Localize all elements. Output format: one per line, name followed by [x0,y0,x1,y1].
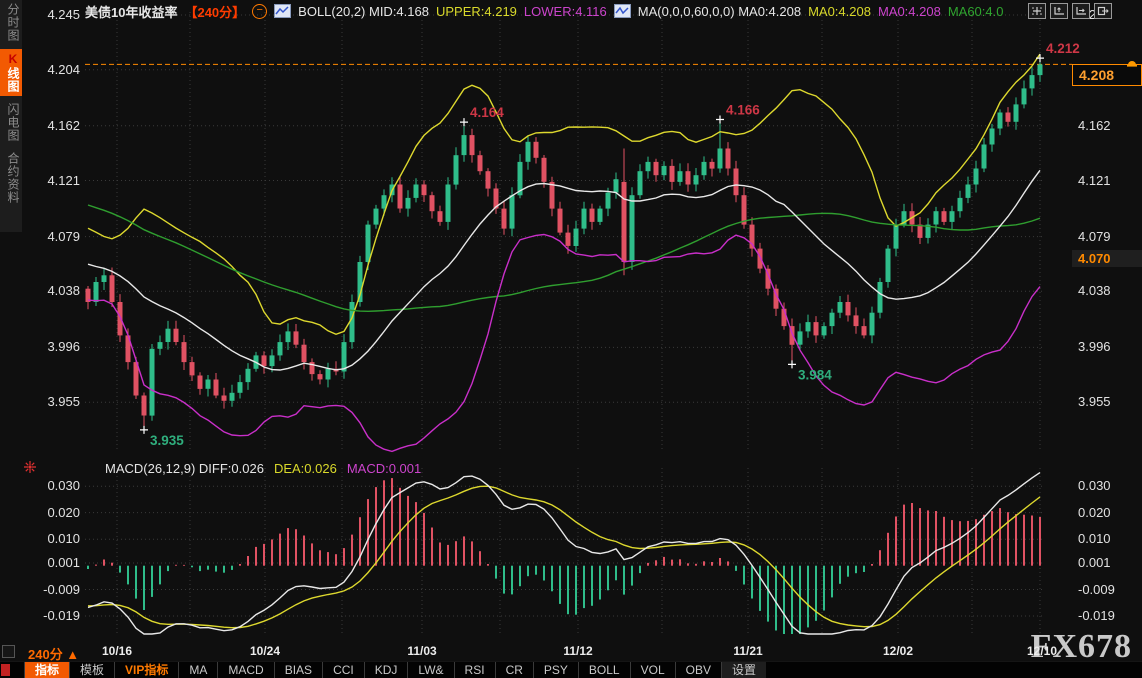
macd-axis-label-left: 0.030 [28,478,80,493]
macd-value: MACD:0.001 [347,461,421,476]
price-axis-label-left: 4.079 [28,229,80,244]
toolbar-lead-icon[interactable] [1,664,10,676]
macd-axis-label-right: -0.009 [1078,582,1138,597]
indicator-toolbar: 指标模板VIP指标MAMACDBIASCCIKDJLW&RSICRPSYBOLL… [0,661,1142,678]
interval-label[interactable]: 【240分】 [184,2,245,21]
toolbar-button-BOLL[interactable]: BOLL [578,662,630,678]
timeline-corner-icon[interactable] [2,645,15,658]
toolbar-button-设置[interactable]: 设置 [721,662,766,678]
mini-chart-icon [615,5,630,17]
toolbar-button-BIAS[interactable]: BIAS [274,662,322,678]
sidebar-item-1[interactable]: K线图 [0,49,22,96]
boll-indicator-chip-icon[interactable] [274,4,291,18]
price-axis-label-right: 4.121 [1078,173,1138,188]
ma-values: MA(0,0,0,60,0,0) MA0:4.208 [638,4,801,19]
sidebar-item-3[interactable]: 合约资料 [0,149,22,207]
toolbar-button-RSI[interactable]: RSI [454,662,495,678]
date-tick-label: 11/03 [398,644,446,658]
toolbar-button-KDJ[interactable]: KDJ [364,662,408,678]
sidebar-item-0[interactable]: 分时图 [0,0,22,45]
svg-text:4.212: 4.212 [1046,41,1080,56]
crosshair-icon[interactable] [1028,3,1046,19]
toolbar-button-MA[interactable]: MA [178,662,217,678]
indicator-header: 美债10年收益率 【240分】 − BOLL(20,2) MID:4.168 U… [85,2,1003,20]
date-tick-label: 10/24 [241,644,289,658]
boll-upper-value: UPPER:4.219 [436,4,517,19]
price-axis-label-left: 4.121 [28,173,80,188]
macd-axis-label-left: 0.001 [28,555,80,570]
ma-indicator-chip-icon[interactable] [614,4,631,18]
toolbar-button-CR[interactable]: CR [495,662,533,678]
date-tick-label: 11/12 [554,644,602,658]
price-axis-label-left: 3.955 [28,394,80,409]
date-tick-label: 11/21 [724,644,772,658]
toolbar-button-OBV[interactable]: OBV [675,662,721,678]
time-axis: 240分 ▲ 10/1610/2411/0311/1211/2112/0212/… [0,643,1142,660]
macd-panel[interactable] [85,460,1142,640]
price-alert-icon[interactable] [1126,54,1138,72]
macd-axis-label-right: 0.001 [1078,555,1138,570]
main-price-chart[interactable]: 3.935 4.164 4.166 3.984 4.212 [85,0,1142,455]
macd-axis-label-right: 0.020 [1078,505,1138,520]
export-icon[interactable] [1094,3,1112,19]
reference-price-label: 4.070 [1072,250,1142,267]
date-tick-label: 12/02 [874,644,922,658]
price-axis-label-right: 4.079 [1078,229,1138,244]
sidebar-item-2[interactable]: 闪电图 [0,100,22,145]
toolbar-button-模板[interactable]: 模板 [69,662,114,678]
toolbar-button-VIP指标[interactable]: VIP指标 [114,662,178,678]
macd-axis-label-left: -0.009 [28,582,80,597]
macd-alert-icon[interactable] [23,460,37,479]
mini-chart-icon [275,5,290,17]
date-tick-label: 12/10 [1018,644,1066,658]
boll-lower-value: LOWER:4.116 [524,4,607,19]
price-axis-label-left: 4.162 [28,118,80,133]
date-tick-label: 10/16 [93,644,141,658]
price-axis-label-left: 4.204 [28,62,80,77]
svg-text:4.166: 4.166 [726,103,760,118]
trading-app-window: 分时图 K线图闪电图合约资料 美债10年收益率 【240分】 − BOLL(20,… [0,0,1142,678]
scale-right-icon[interactable] [1072,3,1090,19]
price-axis-label-left: 4.245 [28,7,80,22]
price-axis-label-right: 4.162 [1078,118,1138,133]
toolbar-button-VOL[interactable]: VOL [630,662,675,678]
collapse-icon[interactable]: − [252,4,267,19]
macd-dea-value: DEA:0.026 [274,461,337,476]
toolbar-button-LW&[interactable]: LW& [407,662,453,678]
price-axis-label-right: 3.996 [1078,339,1138,354]
price-axis-label-right: 4.038 [1078,283,1138,298]
macd-axis-label-right: 0.010 [1078,531,1138,546]
ma-value-yellow: MA0:4.208 [808,4,871,19]
chart-window-controls [1028,3,1112,19]
macd-axis-label-left: 0.010 [28,531,80,546]
toolbar-button-PSY[interactable]: PSY [533,662,578,678]
boll-values: BOLL(20,2) MID:4.168 [298,4,429,19]
toolbar-button-指标[interactable]: 指标 [24,662,69,678]
macd-axis-label-right: -0.019 [1078,608,1138,623]
price-axis-label-right: 3.955 [1078,394,1138,409]
ma60-value: MA60:4.0 [948,4,1004,19]
macd-axis-label-left: -0.019 [28,608,80,623]
symbol-title: 美债10年收益率 [85,2,177,21]
price-axis-label-left: 3.996 [28,339,80,354]
scale-up-icon[interactable] [1050,3,1068,19]
svg-text:3.984: 3.984 [798,367,832,382]
macd-axis-label-left: 0.020 [28,505,80,520]
macd-formula: MACD(26,12,9) DIFF:0.026 [105,461,264,476]
macd-header: MACD(26,12,9) DIFF:0.026 DEA:0.026 MACD:… [105,461,421,476]
ma-value-magenta: MA0:4.208 [878,4,941,19]
toolbar-button-CCI[interactable]: CCI [322,662,364,678]
toolbar-button-MACD[interactable]: MACD [217,662,273,678]
chart-mode-sidebar: 分时图 K线图闪电图合约资料 [0,0,22,232]
svg-text:4.164: 4.164 [470,105,504,120]
price-axis-label-left: 4.038 [28,283,80,298]
svg-text:3.935: 3.935 [150,433,184,448]
macd-axis-label-right: 0.030 [1078,478,1138,493]
